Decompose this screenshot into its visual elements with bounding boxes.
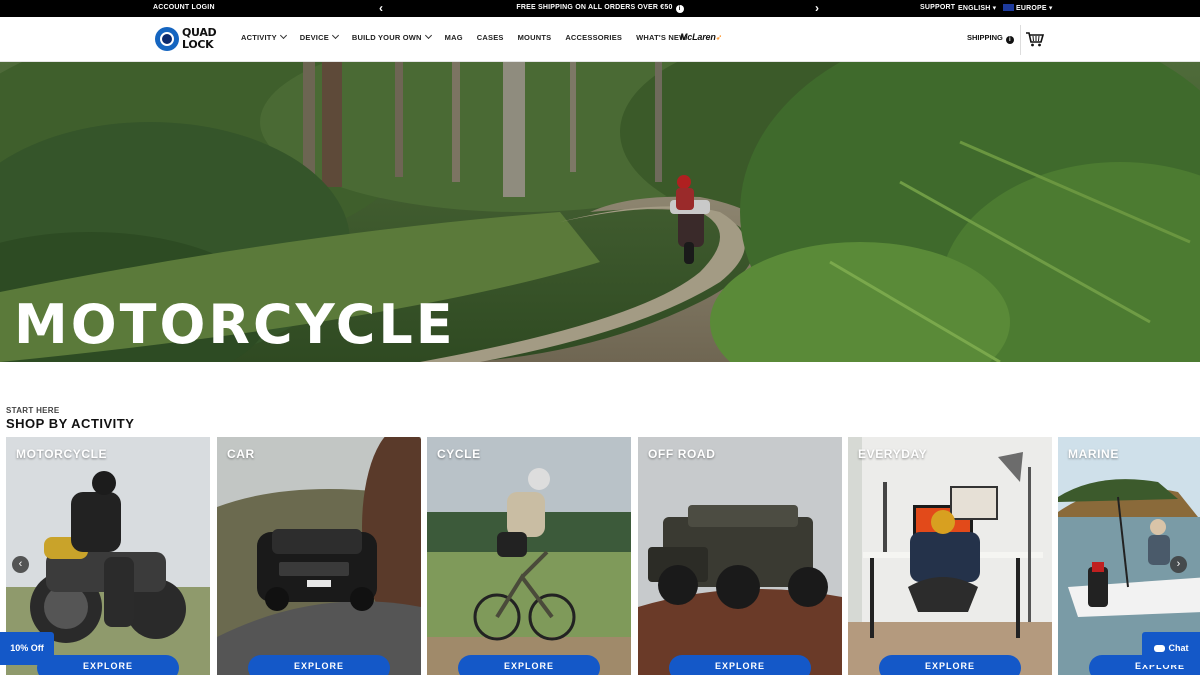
- chat-label: Chat: [1168, 643, 1189, 653]
- card-label: MARINE: [1068, 447, 1119, 461]
- cart-icon[interactable]: [1025, 31, 1045, 47]
- mclaren-wordmark: McLaren: [680, 32, 716, 42]
- activity-carousel: MOTORCYCLE EXPLORE CAR EXPLORE CYCLE EXP…: [6, 437, 1200, 675]
- nav-item-accessories[interactable]: ACCESSORIES: [565, 33, 622, 42]
- explore-button[interactable]: EXPLORE: [669, 655, 811, 675]
- explore-button[interactable]: EXPLORE: [37, 655, 179, 675]
- nav-item-mounts[interactable]: MOUNTS: [518, 33, 552, 42]
- nav-item-activity[interactable]: ACTIVITY: [241, 31, 287, 42]
- promo-text: FREE SHIPPING ON ALL ORDERS OVER €50: [516, 4, 673, 11]
- support-link[interactable]: SUPPORT: [920, 4, 955, 11]
- region-selector[interactable]: EUROPE ▾: [1003, 4, 1053, 12]
- quad-lock-logo[interactable]: QUAD LOCK: [155, 27, 229, 52]
- chat-icon: [1153, 645, 1165, 652]
- activity-card-off-road[interactable]: OFF ROAD EXPLORE: [638, 437, 842, 675]
- logo-mark-icon: [155, 27, 179, 51]
- section-eyebrow: START HERE: [6, 406, 60, 415]
- everyday-card-image: [848, 437, 1052, 675]
- carousel-prev-arrow-icon[interactable]: ‹: [12, 556, 29, 573]
- card-label: MOTORCYCLE: [16, 447, 108, 461]
- promo-next-arrow-icon[interactable]: ›: [815, 1, 819, 15]
- eu-flag-icon: [1003, 4, 1014, 11]
- info-icon[interactable]: i: [675, 5, 684, 13]
- section-title: SHOP BY ACTIVITY: [6, 416, 135, 431]
- nav-menu: ACTIVITY DEVICE BUILD YOUR OWN MAG CASES…: [241, 31, 700, 42]
- info-icon: i: [1005, 36, 1014, 44]
- region-label: EUROPE ▾: [1016, 5, 1053, 12]
- nav-label: DEVICE: [299, 33, 329, 42]
- shipping-link[interactable]: SHIPPING i: [967, 33, 1014, 44]
- activity-card-everyday[interactable]: EVERYDAY EXPLORE: [848, 437, 1052, 675]
- activity-card-car[interactable]: CAR EXPLORE: [217, 437, 421, 675]
- mclaren-logo[interactable]: McLaren➶: [680, 32, 722, 42]
- announcement-bar: ACCOUNT LOGIN ‹ FREE SHIPPING ON ALL ORD…: [0, 0, 1200, 17]
- nav-label: ACTIVITY: [241, 33, 277, 42]
- nav-label: BUILD YOUR OWN: [351, 33, 422, 42]
- nav-item-build-your-own[interactable]: BUILD YOUR OWN: [351, 31, 432, 42]
- cycle-card-image: [427, 437, 631, 675]
- hero-title: MOTORCYCLE: [14, 293, 456, 356]
- chevron-down-icon: [331, 31, 339, 40]
- logo-line-2: LOCK: [182, 38, 214, 51]
- chat-widget-button[interactable]: Chat: [1142, 632, 1200, 665]
- card-label: OFF ROAD: [648, 447, 716, 461]
- card-label: CYCLE: [437, 447, 481, 461]
- chevron-down-icon: [424, 31, 432, 40]
- card-label: CAR: [227, 447, 255, 461]
- logo-wordmark: QUAD LOCK: [182, 27, 217, 51]
- discount-widget-button[interactable]: 10% Off: [0, 632, 54, 665]
- nav-divider: [1020, 25, 1021, 55]
- main-navigation: QUAD LOCK ACTIVITY DEVICE BUILD YOUR OWN…: [0, 17, 1200, 62]
- hero-banner[interactable]: MOTORCYCLE: [0, 62, 1200, 362]
- explore-button[interactable]: EXPLORE: [458, 655, 600, 675]
- explore-button[interactable]: EXPLORE: [879, 655, 1021, 675]
- car-card-image: [217, 437, 421, 675]
- nav-item-whats-new[interactable]: WHAT'S NEW: [636, 33, 686, 42]
- activity-card-cycle[interactable]: CYCLE EXPLORE: [427, 437, 631, 675]
- off-road-card-image: [638, 437, 842, 675]
- carousel-next-arrow-icon[interactable]: ›: [1170, 556, 1187, 573]
- nav-item-cases[interactable]: CASES: [477, 33, 504, 42]
- mclaren-swoosh-icon: ➶: [715, 33, 723, 42]
- language-selector[interactable]: ENGLISH ▾: [958, 4, 996, 12]
- shipping-label: SHIPPING: [967, 33, 1003, 42]
- chevron-down-icon: [279, 31, 287, 40]
- explore-button[interactable]: EXPLORE: [248, 655, 390, 675]
- nav-item-device[interactable]: DEVICE: [299, 31, 339, 42]
- card-label: EVERYDAY: [858, 447, 928, 461]
- nav-item-mag[interactable]: MAG: [445, 33, 463, 42]
